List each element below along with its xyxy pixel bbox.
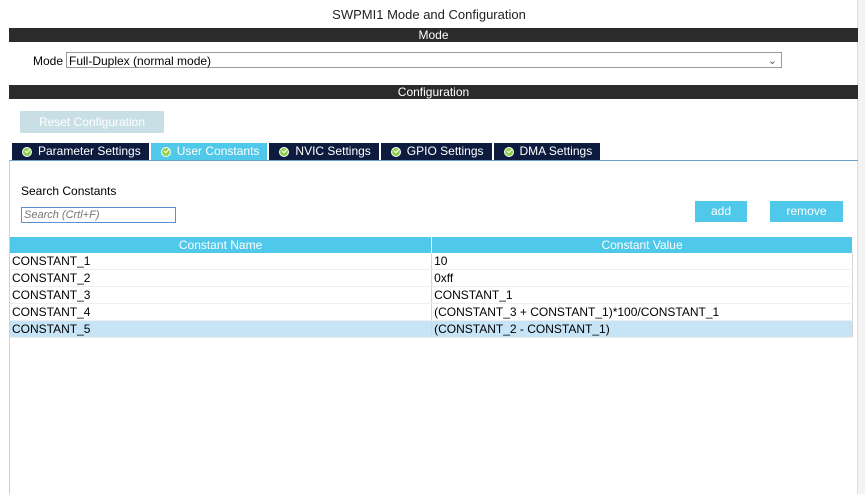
add-button[interactable]: add [695, 201, 747, 222]
tab-label: Parameter Settings [38, 144, 141, 158]
tab-label: User Constants [176, 144, 260, 158]
table-row[interactable]: CONSTANT_4 (CONSTANT_3 + CONSTANT_1)*100… [10, 303, 853, 321]
window-title: SWPMI1 Mode and Configuration [332, 7, 526, 22]
constant-value-cell[interactable]: (CONSTANT_3 + CONSTANT_1)*100/CONSTANT_1 [431, 303, 853, 321]
check-circle-icon [279, 146, 290, 157]
configuration-section-header: Configuration [9, 85, 858, 99]
constant-name-cell[interactable]: CONSTANT_2 [10, 269, 433, 287]
chevron-down-icon[interactable]: ⌄ [768, 53, 777, 69]
tab-parameter-settings[interactable]: Parameter Settings [12, 143, 149, 160]
tab-label: DMA Settings [519, 144, 593, 158]
window-edge-scrollbar[interactable] [857, 0, 865, 494]
table-header-row: Constant Name Constant Value [10, 237, 853, 253]
table-row[interactable]: CONSTANT_1 10 [10, 253, 853, 270]
table-row[interactable]: CONSTANT_3 CONSTANT_1 [10, 286, 853, 304]
constant-name-cell[interactable]: CONSTANT_4 [10, 303, 433, 321]
tab-user-constants[interactable]: User Constants [150, 143, 268, 160]
table-row[interactable]: CONSTANT_2 0xff [10, 269, 853, 287]
constant-value-cell[interactable]: CONSTANT_1 [431, 286, 853, 304]
column-header-value[interactable]: Constant Value [431, 237, 853, 253]
constant-name-cell[interactable]: CONSTANT_5 [10, 320, 433, 338]
check-circle-icon [503, 146, 514, 157]
reset-configuration-button[interactable]: Reset Configuration [20, 111, 164, 133]
mode-dropdown-value: Full-Duplex (normal mode) [69, 54, 212, 68]
constant-value-cell[interactable]: 0xff [431, 269, 853, 287]
mode-dropdown[interactable]: Full-Duplex (normal mode) ⌄ [66, 52, 782, 68]
constant-value-cell[interactable]: 10 [431, 253, 853, 270]
tab-label: NVIC Settings [295, 144, 371, 158]
tab-nvic-settings[interactable]: NVIC Settings [269, 143, 379, 160]
remove-button[interactable]: remove [770, 201, 843, 222]
constant-name-cell[interactable]: CONSTANT_3 [10, 286, 433, 304]
search-input[interactable] [21, 207, 176, 223]
tab-gpio-settings[interactable]: GPIO Settings [380, 143, 492, 160]
constant-value-cell[interactable]: (CONSTANT_2 - CONSTANT_1) [431, 320, 853, 338]
table-row-selected[interactable]: CONSTANT_5 (CONSTANT_2 - CONSTANT_1) [10, 320, 853, 338]
check-circle-icon [22, 146, 32, 157]
check-circle-icon [160, 146, 171, 157]
config-tab-bar: Parameter Settings User Constants NVIC S… [12, 143, 602, 160]
mode-section-header: Mode [9, 28, 858, 42]
check-circle-icon [390, 146, 401, 157]
column-header-name[interactable]: Constant Name [10, 237, 433, 253]
search-constants-label: Search Constants [21, 184, 117, 198]
constants-table: Constant Name Constant Value CONSTANT_1 … [10, 237, 853, 338]
mode-label: Mode [33, 54, 64, 68]
tab-label: GPIO Settings [406, 144, 484, 158]
tab-dma-settings[interactable]: DMA Settings [493, 143, 601, 160]
constant-name-cell[interactable]: CONSTANT_1 [10, 253, 433, 270]
